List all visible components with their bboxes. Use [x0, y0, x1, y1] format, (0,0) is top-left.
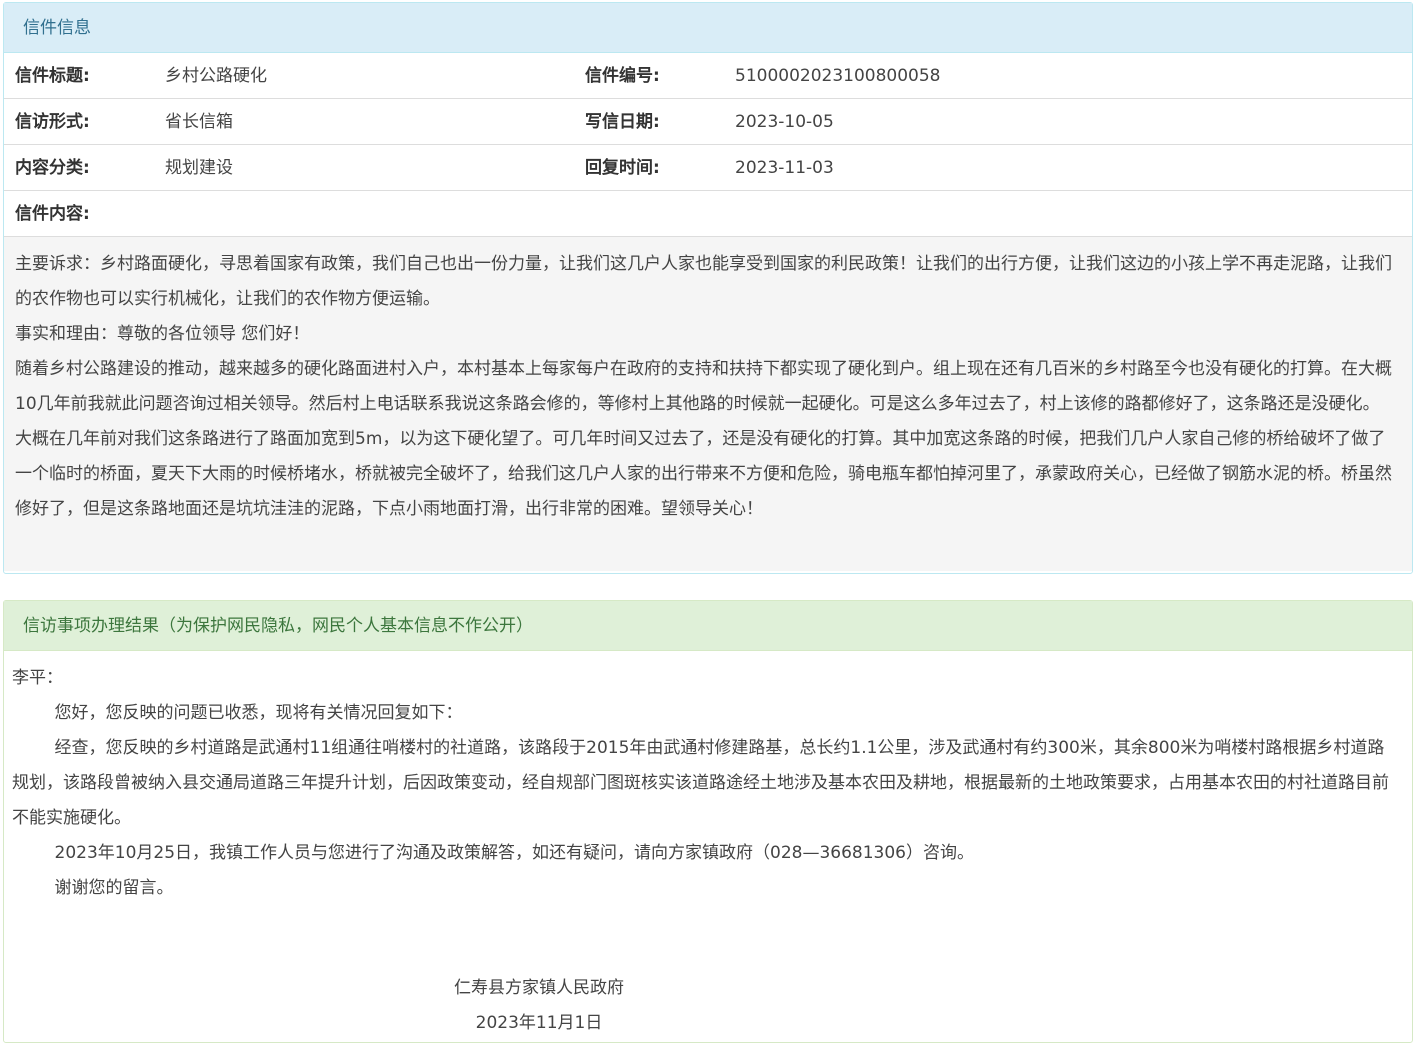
- result-heading: 信访事项办理结果（为保护网民隐私，网民个人基本信息不作公开）: [4, 601, 1412, 651]
- letter-info-heading: 信件信息: [4, 3, 1412, 53]
- letter-number-label: 信件编号:: [585, 66, 660, 86]
- reply-time-value: 2023-11-03: [735, 158, 834, 178]
- signature-date: 2023年11月1日: [475, 1013, 603, 1033]
- letter-info-panel: 信件信息 信件标题: 乡村公路硬化 信件编号: 5100002023100800…: [3, 2, 1413, 574]
- letter-title-label: 信件标题:: [15, 66, 90, 86]
- write-date-value: 2023-10-05: [735, 112, 834, 132]
- letter-content: 主要诉求：乡村路面硬化，寻思着国家有政策，我们自己也出一份力量，让我们这几户人家…: [4, 237, 1412, 571]
- info-row-form: 信访形式: 省长信箱 写信日期: 2023-10-05: [4, 99, 1412, 145]
- category-label: 内容分类:: [15, 158, 90, 178]
- info-row-title: 信件标题: 乡村公路硬化 信件编号: 5100002023100800058: [4, 53, 1412, 99]
- letter-form-label: 信访形式:: [15, 112, 90, 132]
- signature-organization: 仁寿县方家镇人民政府: [454, 978, 624, 998]
- letter-number-value: 5100002023100800058: [735, 66, 941, 86]
- reply-paragraph: 谢谢您的留言。: [54, 878, 174, 898]
- reply-time-label: 回复时间:: [585, 158, 660, 178]
- letter-content-paragraph: 随着乡村公路建设的推动，越来越多的硬化路面进村入户，本村基本上每家每户在政府的支…: [15, 359, 1392, 414]
- letter-form-value: 省长信箱: [165, 112, 233, 132]
- reply-salutation: 李平：: [12, 668, 63, 688]
- write-date-label: 写信日期:: [585, 112, 660, 132]
- letter-content-paragraph: 主要诉求：乡村路面硬化，寻思着国家有政策，我们自己也出一份力量，让我们这几户人家…: [15, 254, 1392, 309]
- letter-content-label: 信件内容:: [15, 204, 90, 224]
- reply-paragraph: 2023年10月25日，我镇工作人员与您进行了沟通及政策解答，如还有疑问，请向方…: [54, 843, 975, 863]
- letter-content-paragraph: 大概在几年前对我们这条路进行了路面加宽到5m，以为这下硬化望了。可几年时间又过去…: [15, 429, 1392, 519]
- letter-content-paragraph: 事实和理由：尊敬的各位领导 您们好！: [15, 324, 310, 344]
- reply-body: 李平： 您好，您反映的问题已收悉，现将有关情况回复如下： 经查，您反映的乡村道路…: [4, 651, 1412, 906]
- info-row-content-label: 信件内容:: [4, 191, 1412, 237]
- reply-paragraph: 经查，您反映的乡村道路是武通村11组通往哨楼村的社道路，该路段于2015年由武通…: [12, 738, 1389, 828]
- info-row-category: 内容分类: 规划建设 回复时间: 2023-11-03: [4, 145, 1412, 191]
- letter-title-value: 乡村公路硬化: [165, 66, 267, 86]
- reply-paragraph: 您好，您反映的问题已收悉，现将有关情况回复如下：: [54, 703, 463, 723]
- result-panel: 信访事项办理结果（为保护网民隐私，网民个人基本信息不作公开） 李平： 您好，您反…: [3, 600, 1413, 1043]
- category-value: 规划建设: [165, 158, 233, 178]
